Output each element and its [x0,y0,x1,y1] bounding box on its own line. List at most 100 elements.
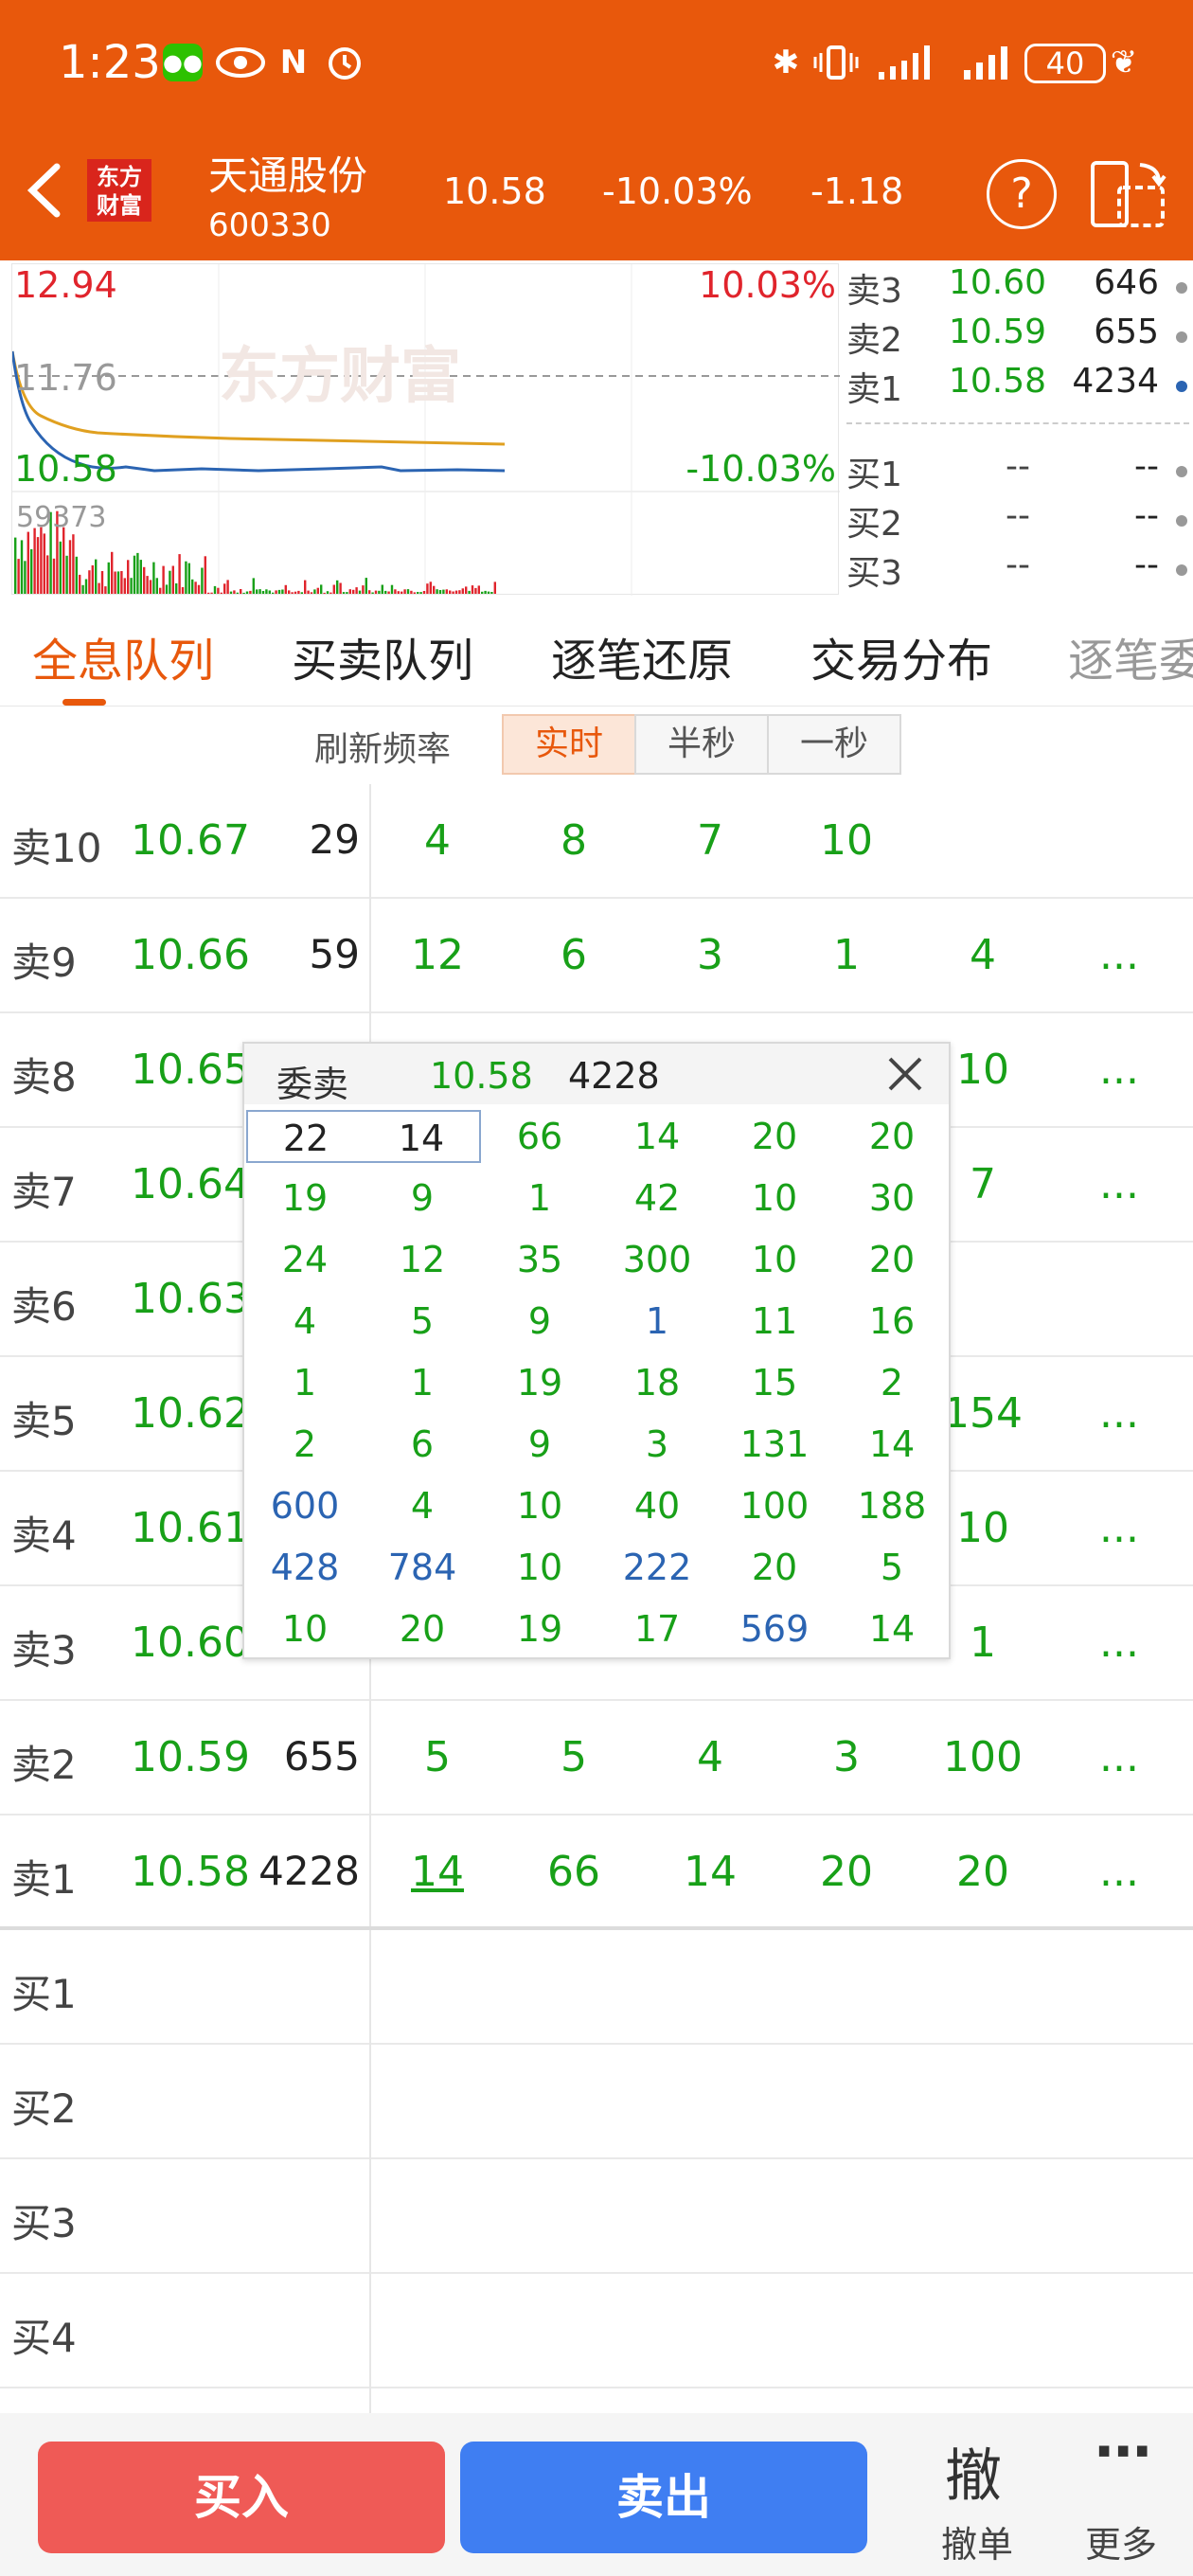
popup-order-cell[interactable]: 6 [364,1418,481,1471]
popup-order-cell[interactable]: 10 [481,1479,598,1532]
help-icon[interactable]: ? [987,159,1057,229]
popup-order-cell[interactable]: 5 [833,1541,951,1594]
popup-order-cell[interactable]: 19 [481,1356,598,1409]
popup-order-cell[interactable]: 10 [481,1541,598,1594]
queue-more-cell[interactable]: ... [1062,1504,1176,1552]
popup-order-cell[interactable]: 428 [246,1541,364,1594]
more-label[interactable]: 更多 [1085,2515,1157,2567]
popup-order-cell[interactable]: 300 [598,1233,716,1286]
popup-order-cell[interactable]: 11 [716,1295,833,1348]
popup-order-cell[interactable]: 188 [833,1479,951,1532]
popup-order-cell[interactable]: 2 [833,1356,951,1409]
queue-more-cell[interactable]: ... [1062,1848,1176,1896]
chart-ref-price: 11.76 [14,357,117,399]
tab-tick-restore[interactable]: 逐笔还原 [551,623,733,689]
queue-row[interactable]: 卖9 10.66 59 12 6 3 1 4... [0,899,1193,1013]
popup-order-cell[interactable]: 9 [364,1172,481,1225]
refresh-realtime-button[interactable]: 实时 [502,714,636,775]
cancel-order-icon[interactable]: 撤 [945,2430,1002,2513]
popup-order-cell[interactable]: 784 [364,1541,481,1594]
popup-order-cell[interactable]: 1 [598,1295,716,1348]
popup-order-cell[interactable]: 42 [598,1172,716,1225]
popup-order-cell[interactable]: 10 [246,1602,364,1655]
volume-bar [114,571,116,594]
popup-order-cell[interactable]: 10 [716,1172,833,1225]
popup-order-cell[interactable]: 24 [246,1233,364,1286]
popup-order-cell[interactable]: 5 [364,1295,481,1348]
tab-full-queue[interactable]: 全息队列 [32,623,214,689]
refresh-one-second-button[interactable]: 一秒 [767,714,901,775]
intraday-chart[interactable]: 东方财富 12.94 10.03% 11.76 10.58 -10.03% 59… [11,263,840,596]
refresh-half-second-button[interactable]: 半秒 [634,714,769,775]
rotate-screen-icon[interactable] [1091,159,1166,229]
popup-order-cell[interactable]: 40 [598,1479,716,1532]
popup-order-cell[interactable]: 9 [481,1418,598,1471]
tab-trade-distribution[interactable]: 交易分布 [810,623,992,689]
volume-bar [68,540,72,594]
queue-row[interactable]: 卖2 10.59 655 5 5 4 3 100... [0,1701,1193,1816]
volume-bar [362,585,365,594]
popup-order-cell[interactable]: 20 [716,1110,833,1163]
popup-order-cell[interactable]: 17 [598,1602,716,1655]
queue-row[interactable]: 买2 [0,2045,1193,2159]
popup-order-cell[interactable]: 222 [598,1541,716,1594]
popup-order-cell[interactable]: 30 [833,1172,951,1225]
popup-order-cell[interactable]: 2 [246,1418,364,1471]
tab-tick-orders[interactable]: 逐笔委 [1068,623,1193,689]
volume-bar [91,564,94,594]
popup-order-cell[interactable]: 14 [833,1602,951,1655]
popup-order-cell[interactable]: 35 [481,1233,598,1286]
queue-row-price: 10.60 [131,1619,250,1667]
popup-order-cell[interactable]: 100 [716,1479,833,1532]
sell-button[interactable]: 卖出 [460,2442,867,2553]
popup-order-cell[interactable]: 12 [364,1233,481,1286]
mini-orderbook[interactable]: 卖3 10.60 646 卖2 10.59 655 卖1 10.58 4234 买1 -- --… [843,263,1193,595]
popup-order-cell[interactable]: 1 [246,1356,364,1409]
more-icon[interactable]: ⋯ [1095,2419,1151,2485]
popup-order-cell[interactable]: 20 [364,1602,481,1655]
queue-row[interactable]: 买3 [0,2159,1193,2274]
queue-row[interactable]: 卖10 10.67 29 4 8 7 10 [0,784,1193,899]
popup-order-cell[interactable]: 18 [598,1356,716,1409]
queue-more-cell[interactable]: ... [1062,1389,1176,1438]
popup-order-cell[interactable]: 19 [246,1172,364,1225]
queue-row[interactable]: 卖1 10.58 4228 14 66 14 20 20... [0,1816,1193,1930]
queue-row[interactable]: 买4 [0,2274,1193,2388]
popup-order-cell[interactable]: 14 [833,1418,951,1471]
popup-order-cell[interactable]: 20 [716,1541,833,1594]
popup-order-cell[interactable]: 19 [481,1602,598,1655]
queue-more-cell[interactable]: ... [1062,1619,1176,1667]
popup-order-cell[interactable]: 4 [364,1479,481,1532]
close-icon[interactable] [877,1046,934,1102]
volume-bar [438,590,442,594]
popup-order-cell[interactable]: 3 [598,1418,716,1471]
queue-more-cell[interactable]: ... [1062,1733,1176,1781]
popup-order-cell[interactable]: 22 [246,1110,364,1163]
popup-order-cell[interactable]: 20 [833,1233,951,1286]
volume-bar [24,561,27,594]
popup-order-cell[interactable]: 16 [833,1295,951,1348]
popup-order-cell[interactable]: 10 [716,1233,833,1286]
popup-order-cell[interactable]: 9 [481,1295,598,1348]
popup-order-cell[interactable]: 15 [716,1356,833,1409]
popup-order-cell[interactable]: 4 [246,1295,364,1348]
popup-order-cell[interactable]: 20 [833,1110,951,1163]
tab-trade-queue[interactable]: 买卖队列 [292,623,473,689]
order-detail-popup[interactable]: 委卖 10.58 4228 22 14 66 14 20 20 19 9 1 42 10 30 24 12… [242,1042,951,1659]
popup-order-cell[interactable]: 1 [481,1172,598,1225]
cancel-order-label[interactable]: 撤单 [941,2515,1013,2567]
queue-more-cell[interactable]: ... [1062,1160,1176,1208]
queue-row[interactable]: 买1 [0,1930,1193,2045]
popup-order-cell[interactable]: 569 [716,1602,833,1655]
popup-order-cell[interactable]: 14 [598,1110,716,1163]
popup-order-cell[interactable]: 14 [364,1110,481,1163]
queue-row-price: 10.65 [131,1046,250,1094]
popup-order-cell[interactable]: 131 [716,1418,833,1471]
queue-more-cell[interactable]: ... [1062,931,1176,979]
queue-more-cell[interactable]: ... [1062,1046,1176,1094]
buy-button[interactable]: 买入 [38,2442,445,2553]
back-icon[interactable] [23,161,70,224]
popup-order-cell[interactable]: 600 [246,1479,364,1532]
popup-order-cell[interactable]: 1 [364,1356,481,1409]
popup-order-cell[interactable]: 66 [481,1110,598,1163]
